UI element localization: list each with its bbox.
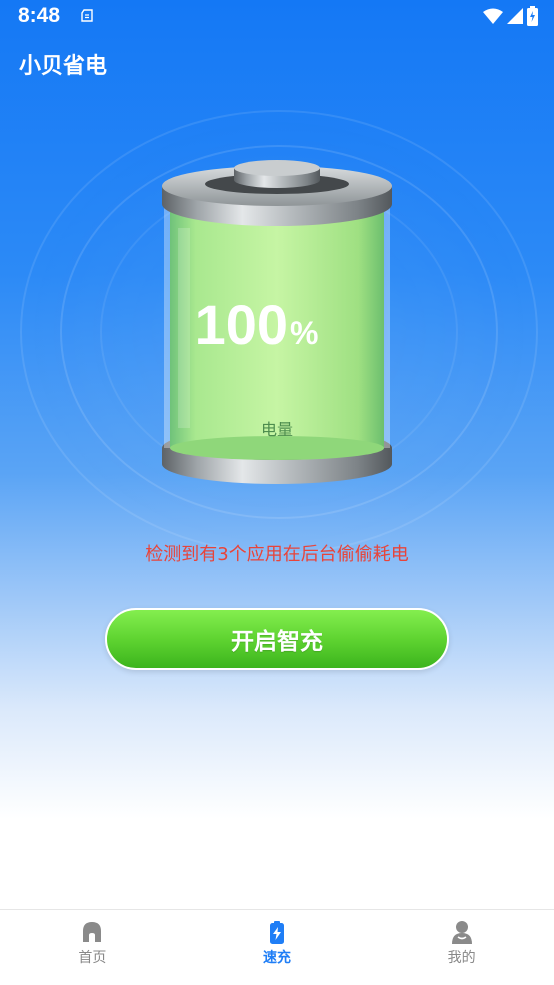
cellular-signal-icon [507,8,523,24]
battery-percent-sign: % [290,315,318,351]
app-title: 小贝省电 [19,54,108,79]
battery-status-icon [527,6,538,26]
nav-label-home: 首页 [78,950,107,966]
nav-item-fast-charge[interactable]: 速充 [185,910,370,985]
background-drain-warning: 检测到有3个应用在后台偷偷耗电 [145,544,409,565]
battery-graphic: 100 % 电量 [162,160,392,484]
home-icon [83,922,102,942]
battery-charge-icon [270,921,284,944]
smart-charge-button[interactable]: 开启智充 [105,608,449,670]
nav-label-fast-charge: 速充 [263,950,291,966]
status-time: 8:48 [18,4,61,27]
notification-icon [81,9,93,22]
nav-item-home[interactable]: 首页 [0,910,185,985]
battery-label: 电量 [261,420,293,439]
nav-label-profile: 我的 [447,950,476,966]
nav-item-profile[interactable]: 我的 [369,910,554,985]
bottom-navigation: 首页 速充 我的 [0,909,554,985]
main-screen: 8:48 小贝省电 100 % 电量 检测到有3个应用在后台偷偷耗电 开启智充 [0,0,554,910]
battery-percent-value: 100 [195,293,288,356]
profile-icon [451,921,472,944]
status-bar: 8:48 [0,0,554,34]
wifi-icon [483,8,503,24]
status-icons [483,6,538,26]
